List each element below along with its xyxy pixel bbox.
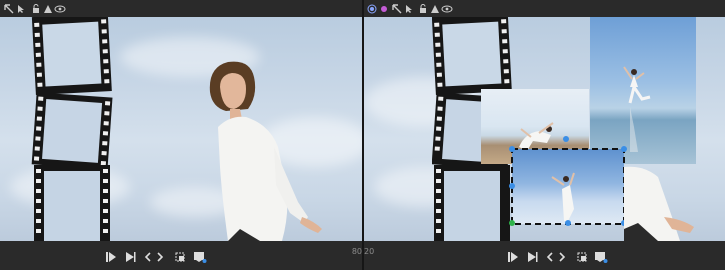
left-editor-panel: 80	[0, 0, 362, 270]
zoom-level-left: 80	[351, 247, 362, 256]
right-bottom-controls: 20	[364, 241, 725, 270]
warning-icon[interactable]	[43, 4, 53, 14]
right-editor-panel: 20	[364, 0, 725, 270]
select-icon[interactable]	[392, 4, 402, 14]
rotate-handle[interactable]	[563, 136, 569, 142]
lock-icon[interactable]	[418, 4, 428, 14]
person-photo	[209, 61, 322, 241]
pointer-icon[interactable]	[404, 4, 414, 14]
warning-icon[interactable]	[430, 4, 440, 14]
film-strip[interactable]	[28, 17, 158, 241]
play-start-icon[interactable]	[507, 251, 519, 263]
prev-icon[interactable]	[545, 251, 555, 263]
selection-box[interactable]	[508, 145, 628, 229]
resize-handle-bottom-left[interactable]	[509, 220, 515, 226]
left-bottom-controls: 80	[0, 241, 362, 270]
play-start-icon[interactable]	[105, 251, 117, 263]
left-canvas[interactable]	[0, 17, 362, 241]
right-toolbar	[364, 0, 725, 17]
eye-icon[interactable]	[54, 4, 66, 14]
resize-handle-top-left[interactable]	[509, 146, 515, 152]
crop-icon[interactable]	[576, 251, 588, 263]
prev-icon[interactable]	[143, 251, 153, 263]
export-icon[interactable]	[594, 251, 608, 263]
play-icon[interactable]	[526, 251, 538, 263]
play-icon[interactable]	[124, 251, 136, 263]
crop-icon[interactable]	[174, 251, 186, 263]
next-icon[interactable]	[557, 251, 567, 263]
pointer-icon[interactable]	[16, 4, 26, 14]
radio-icon[interactable]	[367, 4, 377, 14]
left-toolbar	[0, 0, 362, 17]
person-photo-partial	[624, 166, 694, 241]
zoom-level-right: 20	[364, 247, 375, 256]
resize-handle-left[interactable]	[509, 183, 515, 189]
resize-handle-bottom[interactable]	[565, 220, 571, 226]
magenta-dot-icon[interactable]	[379, 4, 389, 14]
lock-icon[interactable]	[31, 4, 41, 14]
eye-icon[interactable]	[441, 4, 453, 14]
select-icon[interactable]	[4, 4, 14, 14]
export-icon[interactable]	[193, 251, 207, 263]
right-canvas[interactable]	[364, 17, 725, 241]
next-icon[interactable]	[155, 251, 165, 263]
